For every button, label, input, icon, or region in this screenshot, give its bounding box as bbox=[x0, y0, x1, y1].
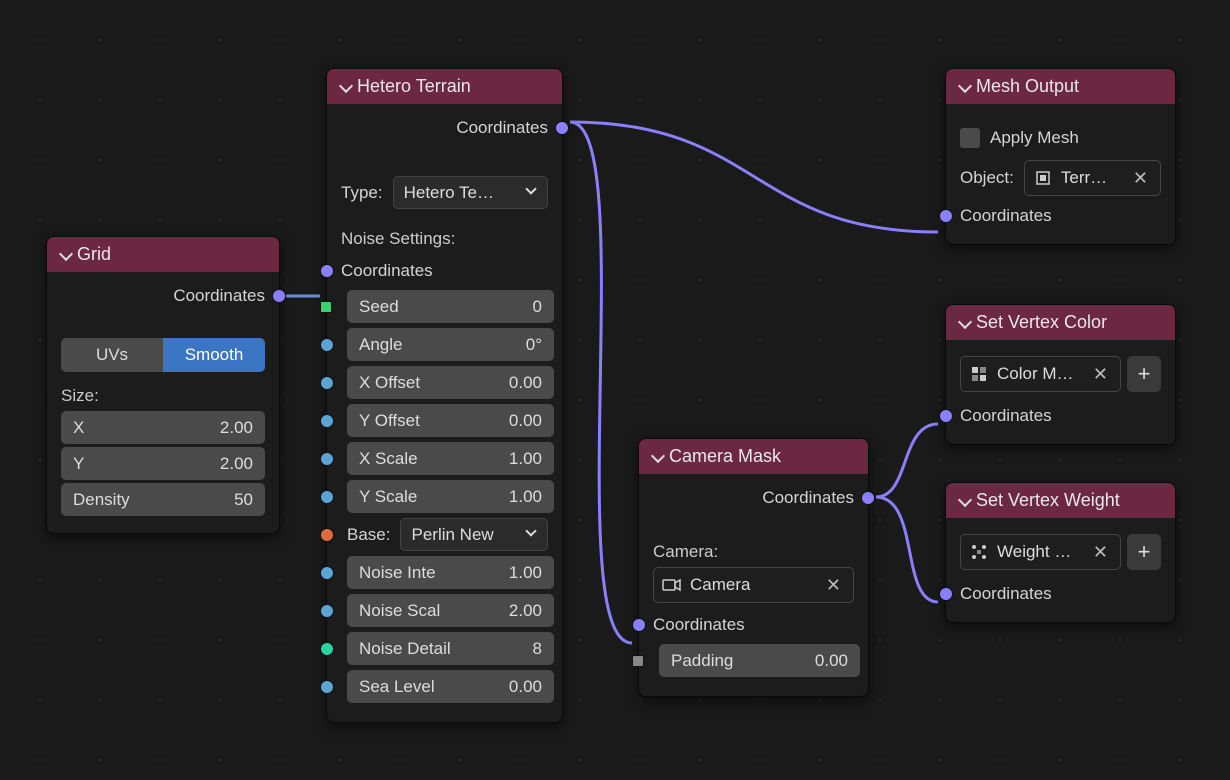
toggle-smooth[interactable]: Smooth bbox=[163, 338, 265, 372]
node-title: Hetero Terrain bbox=[357, 76, 471, 97]
node-title: Set Vertex Color bbox=[976, 312, 1107, 333]
chevron-down-icon bbox=[525, 185, 537, 197]
node-header-camera-mask[interactable]: Camera Mask bbox=[639, 439, 868, 474]
input-coordinates[interactable]: Coordinates bbox=[653, 611, 854, 639]
socket-output[interactable] bbox=[555, 121, 569, 135]
collapse-icon[interactable] bbox=[958, 495, 970, 507]
param-x-offset[interactable]: X Offset 0.00 bbox=[341, 366, 548, 399]
apply-mesh-checkbox[interactable]: Apply Mesh bbox=[960, 122, 1161, 154]
socket-input[interactable] bbox=[320, 528, 334, 542]
param-noise-scal[interactable]: Noise Scal 2.00 bbox=[341, 594, 548, 627]
output-coordinates[interactable]: Coordinates bbox=[653, 484, 854, 512]
collapse-icon[interactable] bbox=[958, 81, 970, 93]
node-set-vertex-weight[interactable]: Set Vertex Weight Weight … ✕ + Coordinat… bbox=[945, 482, 1176, 623]
object-field[interactable]: Terr… ✕ bbox=[1024, 160, 1161, 196]
node-header-set-vertex-color[interactable]: Set Vertex Color bbox=[946, 305, 1175, 340]
socket-input[interactable] bbox=[320, 566, 334, 580]
node-title: Grid bbox=[77, 244, 111, 265]
type-row: Type: Hetero Te… bbox=[341, 176, 548, 209]
socket-output[interactable] bbox=[272, 289, 286, 303]
color-map-field[interactable]: Color M… ✕ bbox=[960, 356, 1121, 392]
param-seed[interactable]: Seed 0 bbox=[341, 290, 548, 323]
size-label: Size: bbox=[61, 380, 265, 408]
node-camera-mask[interactable]: Camera Mask Coordinates Camera: Camera ✕… bbox=[638, 438, 869, 697]
output-coordinates[interactable]: Coordinates bbox=[61, 282, 265, 310]
vertex-weight-icon bbox=[969, 542, 989, 562]
socket-input[interactable] bbox=[320, 452, 334, 466]
param-angle[interactable]: Angle 0° bbox=[341, 328, 548, 361]
field-size-y[interactable]: Y 2.00 bbox=[61, 447, 265, 480]
param-noise-inte[interactable]: Noise Inte 1.00 bbox=[341, 556, 548, 589]
node-header-set-vertex-weight[interactable]: Set Vertex Weight bbox=[946, 483, 1175, 518]
socket-input[interactable] bbox=[320, 338, 334, 352]
param-x-scale[interactable]: X Scale 1.00 bbox=[341, 442, 548, 475]
type-dropdown[interactable]: Hetero Te… bbox=[393, 176, 548, 209]
socket-input[interactable] bbox=[632, 618, 646, 632]
socket-input[interactable] bbox=[632, 655, 644, 667]
object-icon bbox=[1033, 168, 1053, 188]
input-coordinates[interactable]: Coordinates bbox=[960, 202, 1161, 230]
node-title: Camera Mask bbox=[669, 446, 781, 467]
weight-map-field[interactable]: Weight … ✕ bbox=[960, 534, 1121, 570]
noise-settings-label: Noise Settings: bbox=[341, 223, 548, 251]
camera-object-field[interactable]: Camera ✕ bbox=[653, 567, 854, 603]
socket-input[interactable] bbox=[939, 409, 953, 423]
socket-input[interactable] bbox=[320, 604, 334, 618]
output-coordinates[interactable]: Coordinates bbox=[341, 114, 548, 142]
collapse-icon[interactable] bbox=[651, 451, 663, 463]
weight-map-row: Weight … ✕ + bbox=[960, 534, 1161, 570]
clear-icon[interactable]: ✕ bbox=[1089, 364, 1112, 385]
socket-output[interactable] bbox=[861, 491, 875, 505]
collapse-icon[interactable] bbox=[59, 249, 71, 261]
socket-input[interactable] bbox=[320, 264, 334, 278]
socket-input[interactable] bbox=[320, 680, 334, 694]
base-row[interactable]: Base: Perlin New bbox=[341, 518, 548, 551]
node-title: Mesh Output bbox=[976, 76, 1079, 97]
node-header-grid[interactable]: Grid bbox=[47, 237, 279, 272]
add-button[interactable]: + bbox=[1127, 356, 1161, 392]
field-density[interactable]: Density 50 bbox=[61, 483, 265, 516]
camera-icon bbox=[662, 575, 682, 595]
uv-smooth-toggle[interactable]: UVs Smooth bbox=[61, 338, 265, 372]
socket-input[interactable] bbox=[939, 209, 953, 223]
socket-input[interactable] bbox=[320, 301, 332, 313]
input-coordinates[interactable]: Coordinates bbox=[341, 257, 548, 285]
socket-input[interactable] bbox=[320, 490, 334, 504]
socket-input[interactable] bbox=[320, 376, 334, 390]
collapse-icon[interactable] bbox=[339, 81, 351, 93]
input-coordinates[interactable]: Coordinates bbox=[960, 580, 1161, 608]
param-noise-detail[interactable]: Noise Detail 8 bbox=[341, 632, 548, 665]
socket-input[interactable] bbox=[320, 642, 334, 656]
clear-icon[interactable]: ✕ bbox=[822, 575, 845, 596]
toggle-uvs[interactable]: UVs bbox=[61, 338, 163, 372]
field-size-x[interactable]: X 2.00 bbox=[61, 411, 265, 444]
object-row: Object: Terr… ✕ bbox=[960, 160, 1161, 196]
chevron-down-icon bbox=[525, 527, 537, 539]
clear-icon[interactable]: ✕ bbox=[1089, 542, 1112, 563]
collapse-icon[interactable] bbox=[958, 317, 970, 329]
node-set-vertex-color[interactable]: Set Vertex Color Color M… ✕ + Coordinate… bbox=[945, 304, 1176, 445]
node-header-hetero[interactable]: Hetero Terrain bbox=[327, 69, 562, 104]
checkbox-icon[interactable] bbox=[960, 128, 980, 148]
vertex-color-icon bbox=[969, 364, 989, 384]
node-hetero-terrain[interactable]: Hetero Terrain Coordinates Type: Hetero … bbox=[326, 68, 563, 723]
node-grid[interactable]: Grid Coordinates UVs Smooth Size: X 2.00… bbox=[46, 236, 280, 534]
input-coordinates[interactable]: Coordinates bbox=[960, 402, 1161, 430]
param-y-offset[interactable]: Y Offset 0.00 bbox=[341, 404, 548, 437]
param-y-scale[interactable]: Y Scale 1.00 bbox=[341, 480, 548, 513]
node-title: Set Vertex Weight bbox=[976, 490, 1120, 511]
param-sea-level[interactable]: Sea Level 0.00 bbox=[341, 670, 548, 703]
base-dropdown[interactable]: Perlin New bbox=[400, 518, 548, 551]
clear-icon[interactable]: ✕ bbox=[1129, 168, 1152, 189]
color-map-row: Color M… ✕ + bbox=[960, 356, 1161, 392]
param-padding[interactable]: Padding 0.00 bbox=[653, 644, 854, 677]
socket-input[interactable] bbox=[939, 587, 953, 601]
node-mesh-output[interactable]: Mesh Output Apply Mesh Object: Terr… ✕ C… bbox=[945, 68, 1176, 245]
add-button[interactable]: + bbox=[1127, 534, 1161, 570]
node-header-mesh-output[interactable]: Mesh Output bbox=[946, 69, 1175, 104]
camera-label: Camera: bbox=[653, 536, 854, 564]
socket-input[interactable] bbox=[320, 414, 334, 428]
